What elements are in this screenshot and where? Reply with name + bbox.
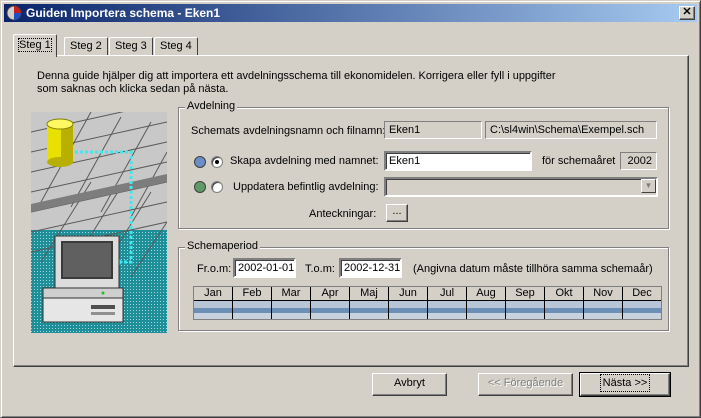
- month-period-cell: [311, 301, 350, 319]
- month-period-cell: [506, 301, 545, 319]
- tab-label: Steg 2: [70, 40, 102, 52]
- tab-steg-2[interactable]: Steg 2: [64, 37, 108, 56]
- month-period-cell: [194, 301, 233, 319]
- wizard-window: Guiden Importera schema - Eken1 ✕ Steg 1…: [0, 0, 701, 418]
- month-label: Jun: [389, 287, 428, 301]
- update-department-radio[interactable]: [211, 181, 223, 193]
- tab-label: Steg 3: [115, 40, 147, 52]
- month-label: Apr: [311, 287, 350, 301]
- tab-label: Steg 4: [160, 40, 192, 52]
- avdelning-group-title: Avdelning: [185, 100, 238, 112]
- month-period-cell: [389, 301, 428, 319]
- cancel-button-label: Avbryt: [394, 377, 425, 389]
- tab-steg-1[interactable]: Steg 1: [13, 34, 57, 57]
- schemaperiod-group-title: Schemaperiod: [185, 240, 260, 252]
- create-department-radio[interactable]: [211, 156, 223, 168]
- chevron-down-icon[interactable]: ▼: [641, 179, 656, 193]
- month-label: Nov: [584, 287, 623, 301]
- month-label: Sep: [506, 287, 545, 301]
- month-period-cell: [467, 301, 506, 319]
- month-label: Maj: [350, 287, 389, 301]
- notes-label: Anteckningar:: [309, 208, 377, 220]
- schema-name-field: Eken1: [384, 121, 482, 139]
- notes-button[interactable]: ...: [386, 204, 408, 222]
- month-label: Feb: [233, 287, 272, 301]
- tab-steg-4[interactable]: Steg 4: [154, 37, 198, 56]
- from-date-input[interactable]: 2002-01-01: [233, 258, 296, 278]
- close-icon: ✕: [682, 6, 692, 18]
- schema-name-label: Schemats avdelningsnamn och filnamn:: [191, 125, 386, 137]
- month-label: Mar: [272, 287, 311, 301]
- create-department-input[interactable]: Eken1: [384, 151, 532, 171]
- month-period-cell: [350, 301, 389, 319]
- to-date-label: T.o.m:: [305, 263, 335, 275]
- update-department-select[interactable]: ▼: [384, 177, 658, 197]
- month-label: Jan: [194, 287, 233, 301]
- period-note: (Angivna datum måste tillhöra samma sche…: [413, 263, 653, 275]
- next-button-label: Nästa >>: [599, 374, 651, 392]
- month-period-cell: [428, 301, 467, 319]
- month-period-cell: [272, 301, 311, 319]
- month-label: Jul: [428, 287, 467, 301]
- create-indicator-icon: [194, 156, 206, 168]
- next-button[interactable]: Nästa >>: [579, 372, 671, 397]
- tab-steg-3[interactable]: Steg 3: [109, 37, 153, 56]
- window-title: Guiden Importera schema - Eken1: [26, 6, 221, 20]
- previous-button[interactable]: << Föregående: [478, 373, 573, 396]
- close-button[interactable]: ✕: [679, 6, 695, 20]
- month-period-cell: [545, 301, 584, 319]
- from-date-label: Fr.o.m:: [197, 263, 232, 275]
- month-label: Dec: [623, 287, 661, 301]
- tab-label: Steg 1: [18, 38, 52, 52]
- to-date-input[interactable]: 2002-12-31: [339, 258, 402, 278]
- month-period-cell: [233, 301, 272, 319]
- import-illustration: [30, 101, 168, 333]
- schema-file-field: C:\sl4win\Schema\Exempel.sch: [485, 121, 657, 139]
- schema-year-label: för schemaåret: [542, 155, 616, 167]
- month-calendar: Jan Feb Mar Apr Maj Jun Jul Aug Sep Okt Nov Dec: [193, 286, 662, 320]
- update-indicator-icon: [194, 181, 206, 193]
- month-label: Okt: [545, 287, 584, 301]
- cancel-button[interactable]: Avbryt: [372, 373, 447, 396]
- intro-text: Denna guide hjälper dig att importera et…: [37, 70, 556, 95]
- create-department-label: Skapa avdelning med namnet:: [230, 155, 379, 167]
- month-period-cell: [584, 301, 623, 319]
- title-bar: Guiden Importera schema - Eken1 ✕: [4, 4, 697, 22]
- month-period-cell: [623, 301, 661, 319]
- month-period-row: [194, 301, 661, 319]
- month-label: Aug: [467, 287, 506, 301]
- app-icon: [6, 5, 22, 21]
- schema-year-field: 2002: [620, 152, 657, 170]
- month-header-row: Jan Feb Mar Apr Maj Jun Jul Aug Sep Okt Nov Dec: [194, 287, 661, 301]
- previous-button-label: << Föregående: [487, 377, 564, 389]
- update-department-label: Uppdatera befintlig avdelning:: [233, 181, 379, 193]
